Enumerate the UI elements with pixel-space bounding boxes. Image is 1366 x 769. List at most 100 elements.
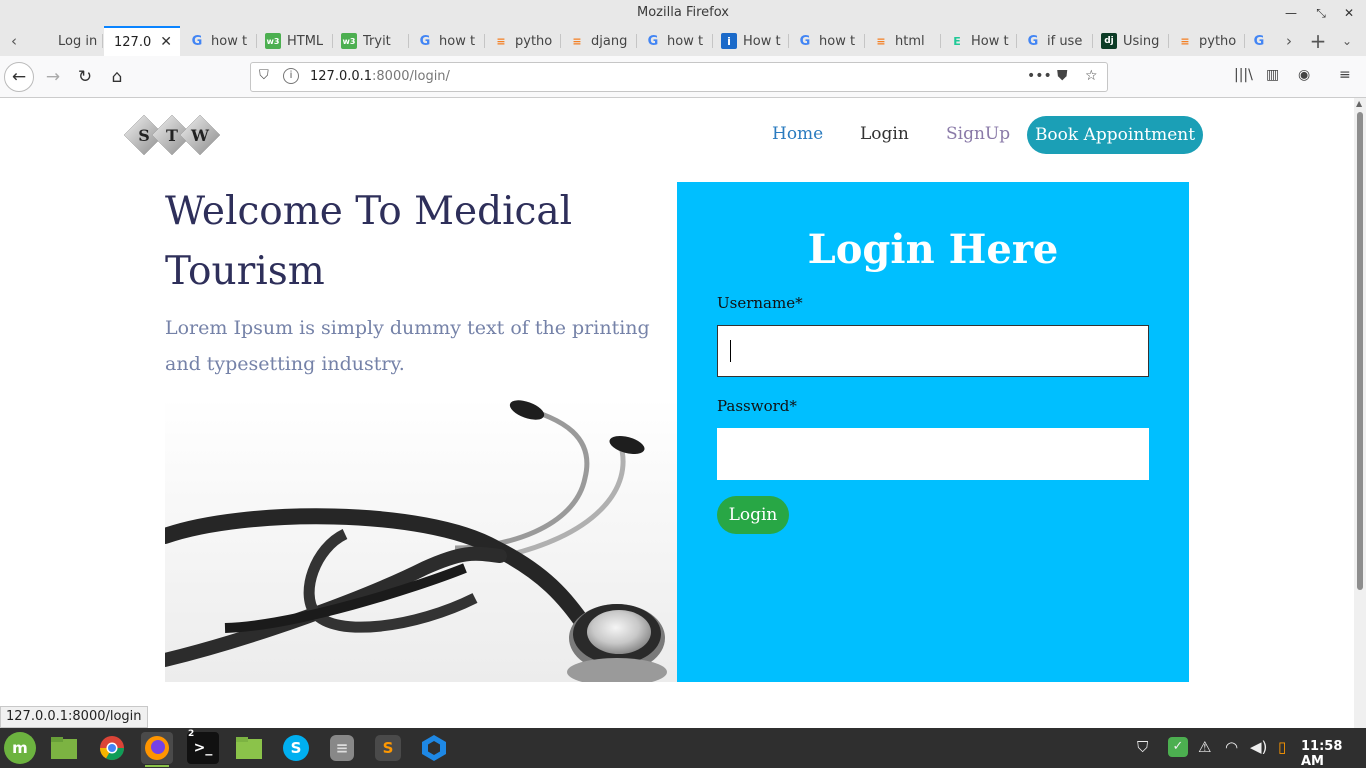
stackoverflow-icon: ≡ (1180, 34, 1190, 48)
firefox-icon[interactable] (141, 732, 173, 767)
tab[interactable]: ≡ html (865, 26, 941, 56)
clock[interactable]: 11:58 AM (1301, 739, 1366, 769)
nav-signup-link[interactable]: SignUp (946, 124, 1010, 144)
qt-creator-icon[interactable] (418, 732, 450, 764)
tab[interactable]: Log in | D (28, 26, 103, 56)
login-panel: Login Here Username* Password* Login (677, 182, 1189, 682)
menu-icon[interactable]: ≡ (1339, 67, 1351, 83)
shield-tray-icon[interactable]: ⛉ (1137, 738, 1148, 756)
home-icon[interactable]: ⌂ (102, 62, 132, 92)
close-tab-icon[interactable]: ✕ (160, 34, 172, 50)
django-icon (36, 33, 52, 49)
tab-label: 127.0. (114, 34, 152, 50)
active-indicator (145, 765, 169, 767)
reload-icon[interactable]: ↻ (70, 62, 100, 92)
tab[interactable]: ≡ djang (561, 26, 637, 56)
password-input[interactable] (717, 428, 1149, 480)
tab[interactable]: ≡ pytho (1169, 26, 1245, 56)
new-tab-icon[interactable]: + (1308, 31, 1328, 51)
forward-icon[interactable]: → (38, 62, 68, 92)
educative-icon: E (953, 34, 961, 48)
close-window-button[interactable]: ✕ (1339, 3, 1359, 23)
restore-button[interactable]: ⤡ (1311, 3, 1331, 23)
hero-text: Lorem Ipsum is simply dummy text of the … (165, 317, 650, 375)
scrollbar-thumb[interactable] (1357, 112, 1363, 590)
tab-label: How t (971, 33, 1009, 49)
sidebar-icon[interactable]: ▥ (1266, 67, 1279, 83)
hero-title: Welcome To Medical Tourism (165, 189, 573, 294)
google-icon: G (191, 33, 203, 49)
skype-icon[interactable]: S (280, 732, 312, 764)
google-icon: G (1027, 33, 1039, 49)
sublime-text-icon[interactable]: S (372, 732, 404, 764)
tab[interactable]: ≡ pytho (485, 26, 561, 56)
w3schools-icon: w3 (265, 33, 281, 49)
tab[interactable]: E How t (941, 26, 1017, 56)
stackoverflow-icon: ≡ (572, 34, 582, 48)
tracking-protection-icon[interactable]: ⛉ (259, 68, 269, 83)
logo-letter: S (138, 126, 150, 145)
terminal-prompt: >_ (193, 740, 213, 756)
tab-label: pytho (1199, 33, 1237, 49)
network-wifi-icon[interactable]: ◠ (1225, 738, 1238, 756)
google-icon: G (799, 33, 811, 49)
tab[interactable]: G if use (1017, 26, 1093, 56)
nav-login-link[interactable]: Login (860, 124, 909, 144)
tab[interactable]: G how t (789, 26, 865, 56)
tab-strip: ‹ Log in | D 127.0. ✕ G how t w3 HTML w3… (0, 26, 1366, 56)
tab-active[interactable]: 127.0. ✕ (104, 26, 180, 56)
stethoscope-image (165, 398, 677, 682)
list-all-tabs-icon[interactable]: ⌄ (1337, 31, 1357, 51)
tab[interactable]: G how t (409, 26, 485, 56)
tab-label: Tryit (363, 33, 391, 49)
warning-icon[interactable]: ⚠ (1198, 738, 1211, 756)
google-icon: G (1253, 33, 1265, 49)
pocket-icon[interactable]: ⛊ (1057, 68, 1068, 84)
database-icon[interactable]: ≡ (326, 732, 358, 764)
tab[interactable]: G how t (637, 26, 713, 56)
bookmark-star-icon[interactable]: ☆ (1085, 68, 1098, 84)
google-icon: G (647, 33, 659, 49)
tab-scroll-right-icon[interactable]: › (1279, 31, 1299, 51)
volume-icon[interactable]: ◀) (1250, 738, 1267, 756)
tab[interactable]: dj Using (1093, 26, 1169, 56)
update-manager-icon[interactable]: ✓ (1168, 737, 1188, 757)
url-bar[interactable]: ⛉ i 127.0.0.1:8000/login/ ••• ⛊ ☆ (250, 62, 1108, 92)
library-icon[interactable]: |||\ (1234, 67, 1253, 83)
files-icon[interactable] (48, 732, 80, 764)
link-status-tooltip: 127.0.0.1:8000/login (0, 706, 148, 728)
tab[interactable]: G (1245, 26, 1271, 56)
tab-label: Using (1123, 33, 1160, 49)
tab-label: how t (439, 33, 476, 49)
nav-home-link[interactable]: Home (772, 124, 823, 144)
tab[interactable]: G how t (181, 26, 257, 56)
tab-label: how t (211, 33, 248, 49)
login-title: Login Here (807, 226, 1059, 273)
back-icon[interactable]: ← (4, 62, 34, 92)
login-submit-button[interactable]: Login (717, 496, 789, 534)
site-info-icon[interactable]: i (283, 68, 299, 84)
tab-label: Log in | D (58, 33, 103, 49)
book-appointment-button[interactable]: Book Appointment (1027, 116, 1203, 154)
w3schools-icon: w3 (341, 33, 357, 49)
tab[interactable]: w3 HTML (257, 26, 333, 56)
scroll-up-icon[interactable]: ▲ (1356, 99, 1362, 108)
page-actions-icon[interactable]: ••• (1027, 68, 1052, 84)
tab-label: How t (743, 33, 781, 49)
linux-mint-menu-icon[interactable]: m (4, 732, 36, 764)
django-icon: dj (1101, 33, 1117, 49)
battery-icon[interactable]: ▯ (1278, 738, 1286, 756)
site-logo[interactable]: S T W (122, 110, 224, 160)
tab-scroll-left-icon[interactable]: ‹ (4, 31, 24, 51)
url-text[interactable]: 127.0.0.1:8000/login/ (310, 69, 450, 84)
chrome-icon[interactable] (96, 732, 128, 764)
file-manager-icon[interactable] (233, 732, 265, 764)
username-input[interactable] (717, 325, 1149, 377)
minimize-button[interactable]: — (1281, 3, 1301, 23)
tab[interactable]: i How t (713, 26, 789, 56)
terminal-icon[interactable]: >_ 2 (187, 729, 219, 764)
tab[interactable]: w3 Tryit (333, 26, 409, 56)
page-scrollbar[interactable]: ▲ (1354, 98, 1366, 728)
text-caret (730, 340, 731, 362)
account-icon[interactable]: ◉ (1298, 67, 1310, 83)
